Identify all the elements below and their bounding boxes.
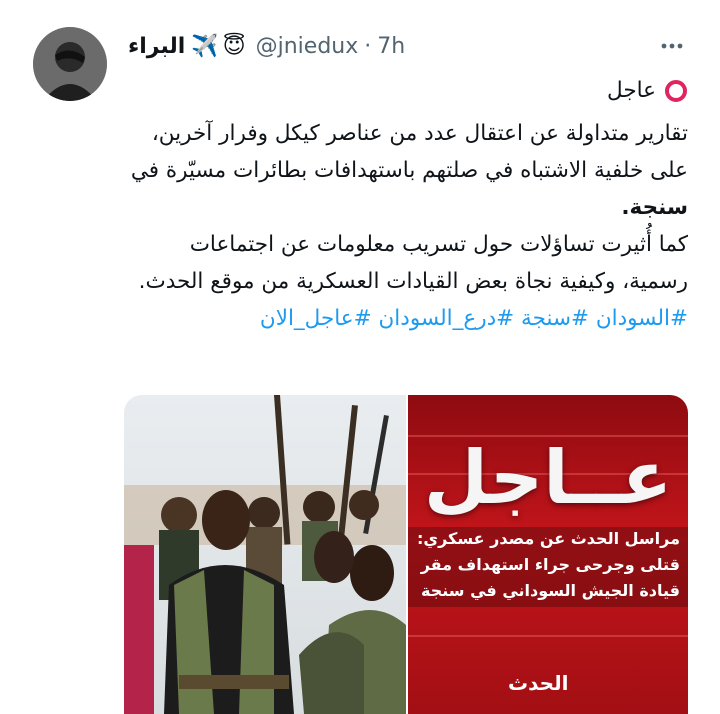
- media-photo-soldiers[interactable]: [124, 395, 406, 714]
- separator: ·: [364, 33, 372, 59]
- more-options-button[interactable]: [656, 32, 688, 60]
- hashtag-urgent-now[interactable]: #عاجل_الان: [260, 306, 372, 331]
- more-horizontal-icon: [661, 43, 683, 49]
- airplane-emoji: ✈️: [191, 33, 219, 59]
- tweet-header: البراء ✈️ 😇 @jniedux · 7h: [128, 30, 688, 62]
- hashtag-sinja[interactable]: #سنجة: [521, 306, 589, 331]
- news-line-2: قتلى وجرحى جراء استهداف مقر: [420, 555, 680, 574]
- red-circle-icon: [665, 79, 687, 102]
- author-line: البراء ✈️ 😇 @jniedux · 7h: [128, 30, 405, 62]
- paragraph-1: تقارير متداولة عن اعتقال عدد من عناصر كي…: [128, 115, 688, 226]
- urgent-badge: عاجل: [607, 72, 688, 109]
- news-urgent-title: عــاجل: [423, 435, 673, 521]
- tweet-media[interactable]: عــاجل مراسل الحدث عن مصدر عسكري: قتلى و…: [124, 395, 688, 714]
- news-line-3: قيادة الجيش السوداني في سنجة: [421, 581, 680, 600]
- tweet-text: عاجل تقارير متداولة عن اعتقال عدد من عنا…: [128, 72, 688, 337]
- display-name[interactable]: البراء: [128, 34, 185, 59]
- paragraph-2: كما أُثيرت تساؤلات حول تسريب معلومات عن …: [128, 226, 688, 300]
- media-news-graphic[interactable]: عــاجل مراسل الحدث عن مصدر عسكري: قتلى و…: [408, 395, 688, 714]
- hashtags-line: #السودان #سنجة #درع_السودان #عاجل_الان: [128, 300, 688, 337]
- paragraph-1-text: تقارير متداولة عن اعتقال عدد من عناصر كي…: [130, 120, 688, 183]
- paragraph-2-text: كما أُثيرت تساؤلات حول تسريب معلومات عن …: [138, 231, 688, 294]
- paragraph-1-end: .: [621, 194, 630, 220]
- hashtag-sudan[interactable]: #السودان: [596, 306, 688, 331]
- hashtag-dir-sudan[interactable]: #درع_السودان: [379, 306, 515, 331]
- avatar[interactable]: [33, 27, 107, 101]
- badge-line: عاجل: [128, 72, 688, 115]
- channel-logo: الحدث: [508, 671, 569, 695]
- decor-stripe: [408, 635, 688, 637]
- badge-label: عاجل: [607, 78, 656, 103]
- halo-face-emoji: 😇: [222, 33, 246, 59]
- news-line-1: مراسل الحدث عن مصدر عسكري:: [417, 529, 680, 548]
- handle[interactable]: @jniedux: [256, 34, 359, 59]
- timestamp[interactable]: 7h: [377, 34, 405, 59]
- paragraph-1-bold: سنجة: [629, 194, 688, 220]
